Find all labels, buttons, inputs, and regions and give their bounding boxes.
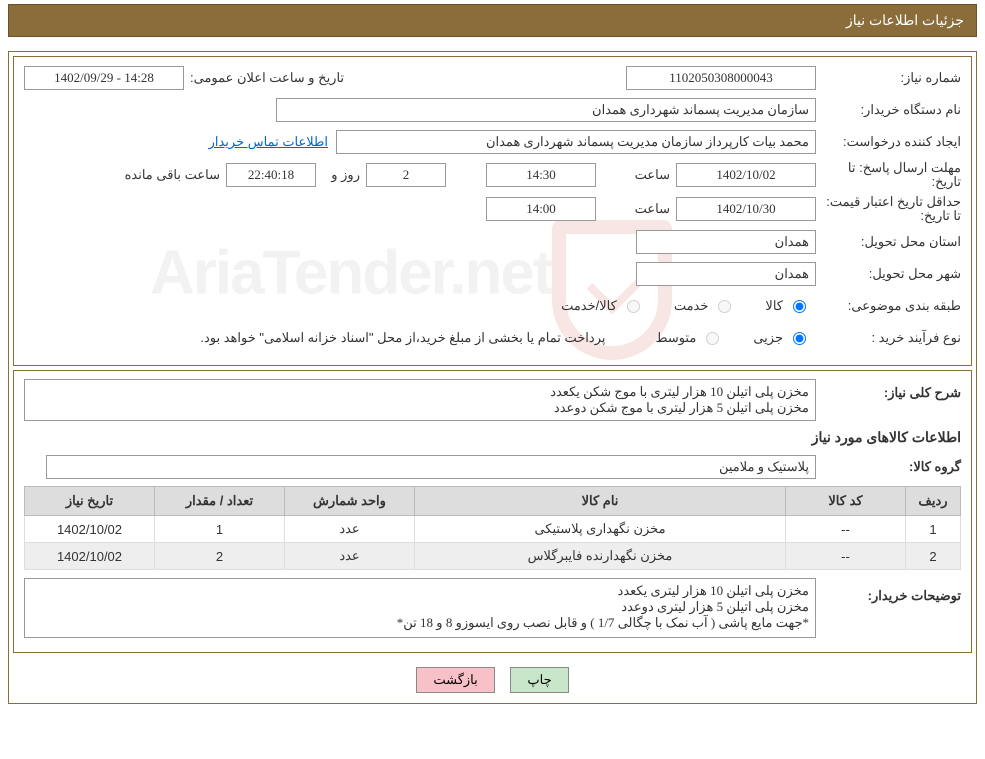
th-row: ردیف (906, 487, 961, 516)
label-province: استان محل تحویل: (816, 234, 961, 250)
cell-unit: عدد (285, 543, 415, 570)
field-need-desc: مخزن پلی اتیلن 10 هزار لیتری با موج شکن … (24, 379, 816, 421)
label-city: شهر محل تحویل: (816, 266, 961, 282)
label-remaining: ساعت باقی مانده (119, 167, 226, 183)
field-group: پلاستیک و ملامین (46, 455, 816, 479)
row-buyer-org: نام دستگاه خریدار: سازمان مدیریت پسماند … (24, 97, 961, 123)
row-requester: ایجاد کننده درخواست: محمد بیات کارپرداز … (24, 129, 961, 155)
field-province: همدان (636, 230, 816, 254)
row-city: شهر محل تحویل: همدان (24, 261, 961, 287)
details-section: شرح کلی نیاز: مخزن پلی اتیلن 10 هزار لیت… (13, 370, 972, 653)
cell-code: -- (786, 543, 906, 570)
field-buyer-notes: مخزن پلی اتیلن 10 هزار لیتری یکعدد مخزن … (24, 578, 816, 638)
page-title: جزئیات اطلاعات نیاز (846, 12, 964, 28)
th-date: تاریخ نیاز (25, 487, 155, 516)
label-radio-goods-service: کالا/خدمت (561, 298, 617, 314)
cell-qty: 2 (155, 543, 285, 570)
cell-qty: 1 (155, 516, 285, 543)
field-need-number: 1102050308000043 (626, 66, 816, 90)
cell-row: 2 (906, 543, 961, 570)
cell-code: -- (786, 516, 906, 543)
label-hour-2: ساعت (596, 201, 676, 217)
field-days-remaining: 2 (366, 163, 446, 187)
radio-goods-service[interactable] (627, 300, 640, 313)
field-validity-date: 1402/10/30 (676, 197, 816, 221)
label-need-number: شماره نیاز: (816, 70, 961, 86)
radio-minor[interactable] (793, 332, 806, 345)
row-validity: حداقل تاریخ اعتبار قیمت: تا تاریخ: 1402/… (24, 195, 961, 223)
label-purchase-type: نوع فرآیند خرید : (816, 330, 961, 346)
field-city: همدان (636, 262, 816, 286)
field-deadline-date: 1402/10/02 (676, 163, 816, 187)
row-buyer-notes: توضیحات خریدار: مخزن پلی اتیلن 10 هزار ل… (24, 578, 961, 638)
label-validity: حداقل تاریخ اعتبار قیمت: تا تاریخ: (816, 195, 961, 223)
cell-row: 1 (906, 516, 961, 543)
button-row: چاپ بازگشت (13, 661, 972, 699)
row-category: طبقه بندی موضوعی: کالا خدمت کالا/خدمت (24, 293, 961, 319)
th-qty: تعداد / مقدار (155, 487, 285, 516)
label-radio-service: خدمت (674, 298, 709, 314)
label-group: گروه کالا: (816, 459, 961, 475)
cell-name: مخزن نگهداری پلاستیکی (415, 516, 786, 543)
label-radio-goods: کالا (765, 298, 783, 314)
field-time-remaining: 22:40:18 (226, 163, 316, 187)
row-need-desc: شرح کلی نیاز: مخزن پلی اتیلن 10 هزار لیت… (24, 379, 961, 421)
label-radio-minor: جزیی (753, 330, 783, 346)
field-requester: محمد بیات کارپرداز سازمان مدیریت پسماند … (336, 130, 816, 154)
cell-unit: عدد (285, 516, 415, 543)
label-buyer-notes: توضیحات خریدار: (816, 578, 961, 604)
label-category: طبقه بندی موضوعی: (816, 298, 961, 314)
radio-service[interactable] (718, 300, 731, 313)
th-code: کد کالا (786, 487, 906, 516)
radio-medium[interactable] (706, 332, 719, 345)
link-contact-buyer[interactable]: اطلاعات تماس خریدار (209, 134, 328, 150)
label-requester: ایجاد کننده درخواست: (816, 134, 961, 150)
cell-date: 1402/10/02 (25, 543, 155, 570)
print-button[interactable]: چاپ (510, 667, 568, 693)
label-radio-medium: متوسط (655, 330, 696, 346)
cell-name: مخزن نگهدارنده فایبرگلاس (415, 543, 786, 570)
row-purchase-type: نوع فرآیند خرید : جزیی متوسط پرداخت تمام… (24, 325, 961, 351)
page-header: جزئیات اطلاعات نیاز (8, 4, 977, 37)
back-button[interactable]: بازگشت (416, 667, 494, 693)
items-header: اطلاعات کالاهای مورد نیاز (24, 429, 961, 446)
field-validity-time: 14:00 (486, 197, 596, 221)
field-buyer-org: سازمان مدیریت پسماند شهرداری همدان (276, 98, 816, 122)
th-unit: واحد شمارش (285, 487, 415, 516)
items-table: ردیف کد کالا نام کالا واحد شمارش تعداد /… (24, 486, 961, 570)
radio-goods[interactable] (793, 300, 806, 313)
table-row: 2 -- مخزن نگهدارنده فایبرگلاس عدد 2 1402… (25, 543, 961, 570)
label-hour-1: ساعت (596, 167, 676, 183)
row-group: گروه کالا: پلاستیک و ملامین (24, 454, 961, 480)
info-section: شماره نیاز: 1102050308000043 تاریخ و ساع… (13, 56, 972, 366)
cell-date: 1402/10/02 (25, 516, 155, 543)
field-deadline-time: 14:30 (486, 163, 596, 187)
label-need-desc: شرح کلی نیاز: (816, 379, 961, 401)
label-announce: تاریخ و ساعت اعلان عمومی: (190, 70, 344, 86)
table-row: 1 -- مخزن نگهداری پلاستیکی عدد 1 1402/10… (25, 516, 961, 543)
label-buyer-org: نام دستگاه خریدار: (816, 102, 961, 118)
th-name: نام کالا (415, 487, 786, 516)
field-announce: 14:28 - 1402/09/29 (24, 66, 184, 90)
label-deadline: مهلت ارسال پاسخ: تا تاریخ: (816, 161, 961, 189)
main-frame: شماره نیاز: 1102050308000043 تاریخ و ساع… (8, 51, 977, 704)
label-days: روز و (316, 167, 366, 183)
purchase-note: پرداخت تمام یا بخشی از مبلغ خرید،از محل … (200, 330, 605, 346)
row-province: استان محل تحویل: همدان (24, 229, 961, 255)
row-need-number: شماره نیاز: 1102050308000043 تاریخ و ساع… (24, 65, 961, 91)
row-deadline: مهلت ارسال پاسخ: تا تاریخ: 1402/10/02 سا… (24, 161, 961, 189)
